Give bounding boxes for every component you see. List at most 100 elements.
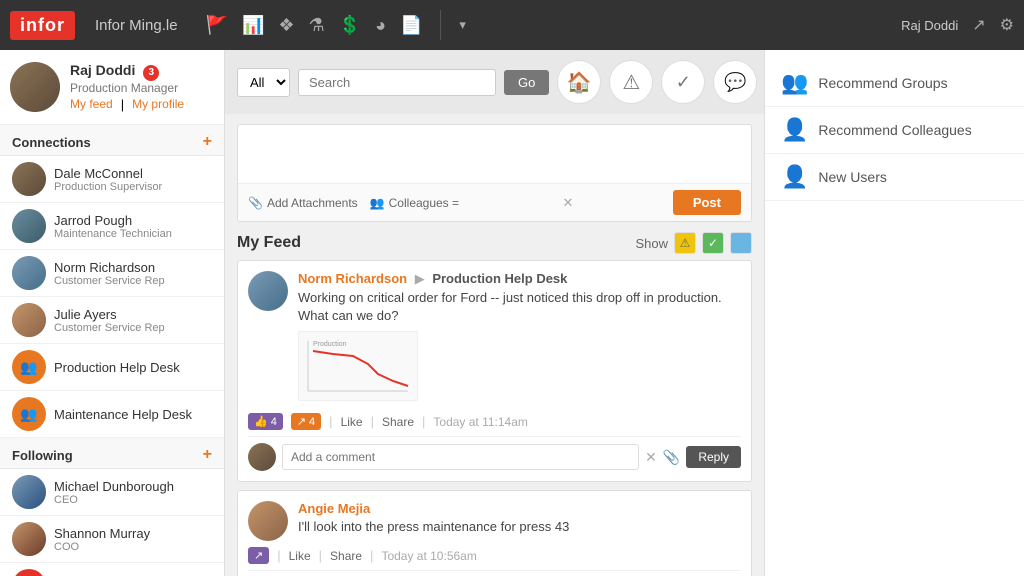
search-filter-select[interactable]: All bbox=[237, 68, 290, 97]
filter-warning-button[interactable]: ⚠ bbox=[674, 232, 696, 254]
maint-help-icon: 👥 bbox=[12, 397, 46, 431]
angie-reaction[interactable]: ↗ bbox=[248, 547, 269, 564]
jarrod-name: Jarrod Pough bbox=[54, 213, 172, 228]
norm-author[interactable]: Norm Richardson bbox=[298, 271, 407, 286]
angie-time: Today at 10:56am bbox=[381, 549, 476, 563]
angie-like-button[interactable]: Like bbox=[289, 549, 311, 563]
angie-avatar bbox=[248, 501, 288, 541]
recommend-colleagues-item[interactable]: 👤 Recommend Colleagues bbox=[765, 107, 1024, 154]
sidebar-item-julie[interactable]: Julie Ayers Customer Service Rep bbox=[0, 297, 224, 344]
nav-icon-chart[interactable]: 📊 bbox=[242, 15, 264, 36]
angie-comment-box: ✕ 📎 Reply bbox=[248, 570, 741, 576]
alert-button[interactable]: ⚠ bbox=[609, 60, 653, 104]
norm-post-header: Norm Richardson ▶ Production Help Desk W… bbox=[248, 271, 741, 407]
user-avatar bbox=[10, 62, 60, 112]
add-following-button[interactable]: + bbox=[203, 446, 212, 464]
recommend-groups-label: Recommend Groups bbox=[818, 75, 947, 91]
add-connection-button[interactable]: + bbox=[203, 133, 212, 151]
norm-reaction-purple[interactable]: 👍 4 bbox=[248, 413, 283, 430]
sidebar-item-jarrod[interactable]: Jarrod Pough Maintenance Technician bbox=[0, 203, 224, 250]
dale-name: Dale McConnel bbox=[54, 166, 162, 181]
link-divider: | bbox=[121, 97, 124, 112]
norm-reaction-orange[interactable]: ↗ 4 bbox=[291, 413, 321, 430]
top-navigation: infor Infor Ming.le 🚩 📊 ❖ ⚗ 💲 ◕ 📄 ▾ Raj … bbox=[0, 0, 1024, 50]
right-panel: 👥 Recommend Groups 👤 Recommend Colleague… bbox=[764, 50, 1024, 576]
norm-like-button[interactable]: Like bbox=[341, 415, 363, 429]
app-name: Infor Ming.le bbox=[95, 17, 178, 34]
content-area: All Go 🏠 ⚠ ✓ 💬 ☰ 📎 Add Attachments bbox=[225, 50, 764, 576]
search-input[interactable] bbox=[298, 69, 496, 96]
norm-reply-button[interactable]: Reply bbox=[686, 446, 741, 468]
post-button[interactable]: Post bbox=[673, 190, 741, 215]
compose-textarea[interactable] bbox=[238, 125, 751, 180]
sidebar-item-prod-help[interactable]: 👥 Production Help Desk bbox=[0, 344, 224, 391]
infor-logo: infor bbox=[10, 11, 75, 40]
compose-close-button[interactable]: ✕ bbox=[562, 195, 573, 211]
colleagues-button[interactable]: 👥 Colleagues = bbox=[370, 196, 459, 210]
feed-post-norm: Norm Richardson ▶ Production Help Desk W… bbox=[237, 260, 752, 482]
filter-blue-button[interactable] bbox=[730, 232, 752, 254]
maint-help-name: Maintenance Help Desk bbox=[54, 407, 192, 422]
comment-avatar bbox=[248, 443, 276, 471]
sidebar-item-dale[interactable]: Dale McConnel Production Supervisor bbox=[0, 156, 224, 203]
new-users-label: New Users bbox=[818, 169, 886, 185]
norm-name: Norm Richardson bbox=[54, 260, 165, 275]
comment-attach[interactable]: 📎 bbox=[663, 449, 680, 466]
svg-text:Production: Production bbox=[313, 341, 347, 348]
nav-icon-flask[interactable]: ⚗ bbox=[309, 15, 325, 36]
julie-title: Customer Service Rep bbox=[54, 322, 165, 334]
nav-username[interactable]: Raj Doddi bbox=[901, 18, 958, 33]
search-button[interactable]: Go bbox=[504, 70, 549, 95]
sidebar-item-maint-help[interactable]: 👥 Maintenance Help Desk bbox=[0, 391, 224, 438]
sidebar-item-pl[interactable]: ↗ PL20001243 bbox=[0, 563, 224, 576]
new-users-icon: 👤 bbox=[781, 164, 808, 190]
messages-button[interactable]: 💬 bbox=[713, 60, 757, 104]
norm-share-button[interactable]: Share bbox=[382, 415, 414, 429]
my-profile-link[interactable]: My profile bbox=[132, 97, 184, 112]
recommend-groups-item[interactable]: 👥 Recommend Groups bbox=[765, 60, 1024, 107]
new-users-item[interactable]: 👤 New Users bbox=[765, 154, 1024, 201]
michael-title: CEO bbox=[54, 494, 174, 506]
tasks-button[interactable]: ✓ bbox=[661, 60, 705, 104]
angie-meta: ↗ | Like | Share | Today at 10:56am bbox=[248, 547, 741, 564]
nav-dropdown[interactable]: ▾ bbox=[459, 17, 466, 33]
norm-text: Working on critical order for Ford -- ju… bbox=[298, 289, 741, 325]
comment-close[interactable]: ✕ bbox=[645, 449, 657, 466]
settings-icon[interactable]: ⚙ bbox=[1000, 15, 1014, 35]
groups-icon: 👥 bbox=[781, 70, 808, 96]
recommend-colleagues-label: Recommend Colleagues bbox=[818, 122, 971, 138]
shannon-avatar bbox=[12, 522, 46, 556]
colleagues-right-icon: 👤 bbox=[781, 117, 808, 143]
home-button[interactable]: 🏠 bbox=[557, 60, 601, 104]
my-feed-link[interactable]: My feed bbox=[70, 97, 113, 112]
feed-title: My Feed bbox=[237, 234, 301, 252]
nav-icon-pie[interactable]: ◕ bbox=[375, 15, 386, 36]
norm-feed-avatar bbox=[248, 271, 288, 311]
norm-feed-content: Norm Richardson ▶ Production Help Desk W… bbox=[298, 271, 741, 407]
nav-icon-layers[interactable]: ❖ bbox=[278, 15, 294, 36]
sidebar-item-michael[interactable]: Michael Dunborough CEO bbox=[0, 469, 224, 516]
following-header: Following + bbox=[0, 438, 224, 469]
show-label: Show bbox=[635, 236, 668, 251]
connections-label: Connections bbox=[12, 135, 91, 150]
add-attachments-button[interactable]: 📎 Add Attachments bbox=[248, 196, 358, 210]
nav-divider bbox=[440, 10, 441, 40]
nav-right: Raj Doddi ↗ ⚙ bbox=[901, 15, 1014, 35]
angie-share-button[interactable]: Share bbox=[330, 549, 362, 563]
norm-target[interactable]: Production Help Desk bbox=[432, 271, 567, 286]
user-avatar-img bbox=[10, 62, 60, 112]
angie-author[interactable]: Angie Mejia bbox=[298, 501, 370, 516]
filter-check-button[interactable]: ✓ bbox=[702, 232, 724, 254]
nav-icon-doc[interactable]: 📄 bbox=[400, 15, 422, 36]
action-buttons-row: 🏠 ⚠ ✓ 💬 ☰ bbox=[557, 60, 764, 104]
julie-name: Julie Ayers bbox=[54, 307, 165, 322]
user-info: Raj Doddi 3 Production Manager My feed |… bbox=[70, 62, 184, 112]
norm-comment-input[interactable] bbox=[282, 444, 639, 470]
share-icon[interactable]: ↗ bbox=[972, 15, 985, 35]
nav-icon-dollar[interactable]: 💲 bbox=[339, 15, 361, 36]
sidebar-item-shannon[interactable]: Shannon Murray COO bbox=[0, 516, 224, 563]
sidebar-item-norm[interactable]: Norm Richardson Customer Service Rep bbox=[0, 250, 224, 297]
nav-icon-flag[interactable]: 🚩 bbox=[206, 15, 228, 36]
attach-label: Add Attachments bbox=[267, 196, 358, 210]
search-row: All Go 🏠 ⚠ ✓ 💬 ☰ bbox=[225, 50, 764, 114]
